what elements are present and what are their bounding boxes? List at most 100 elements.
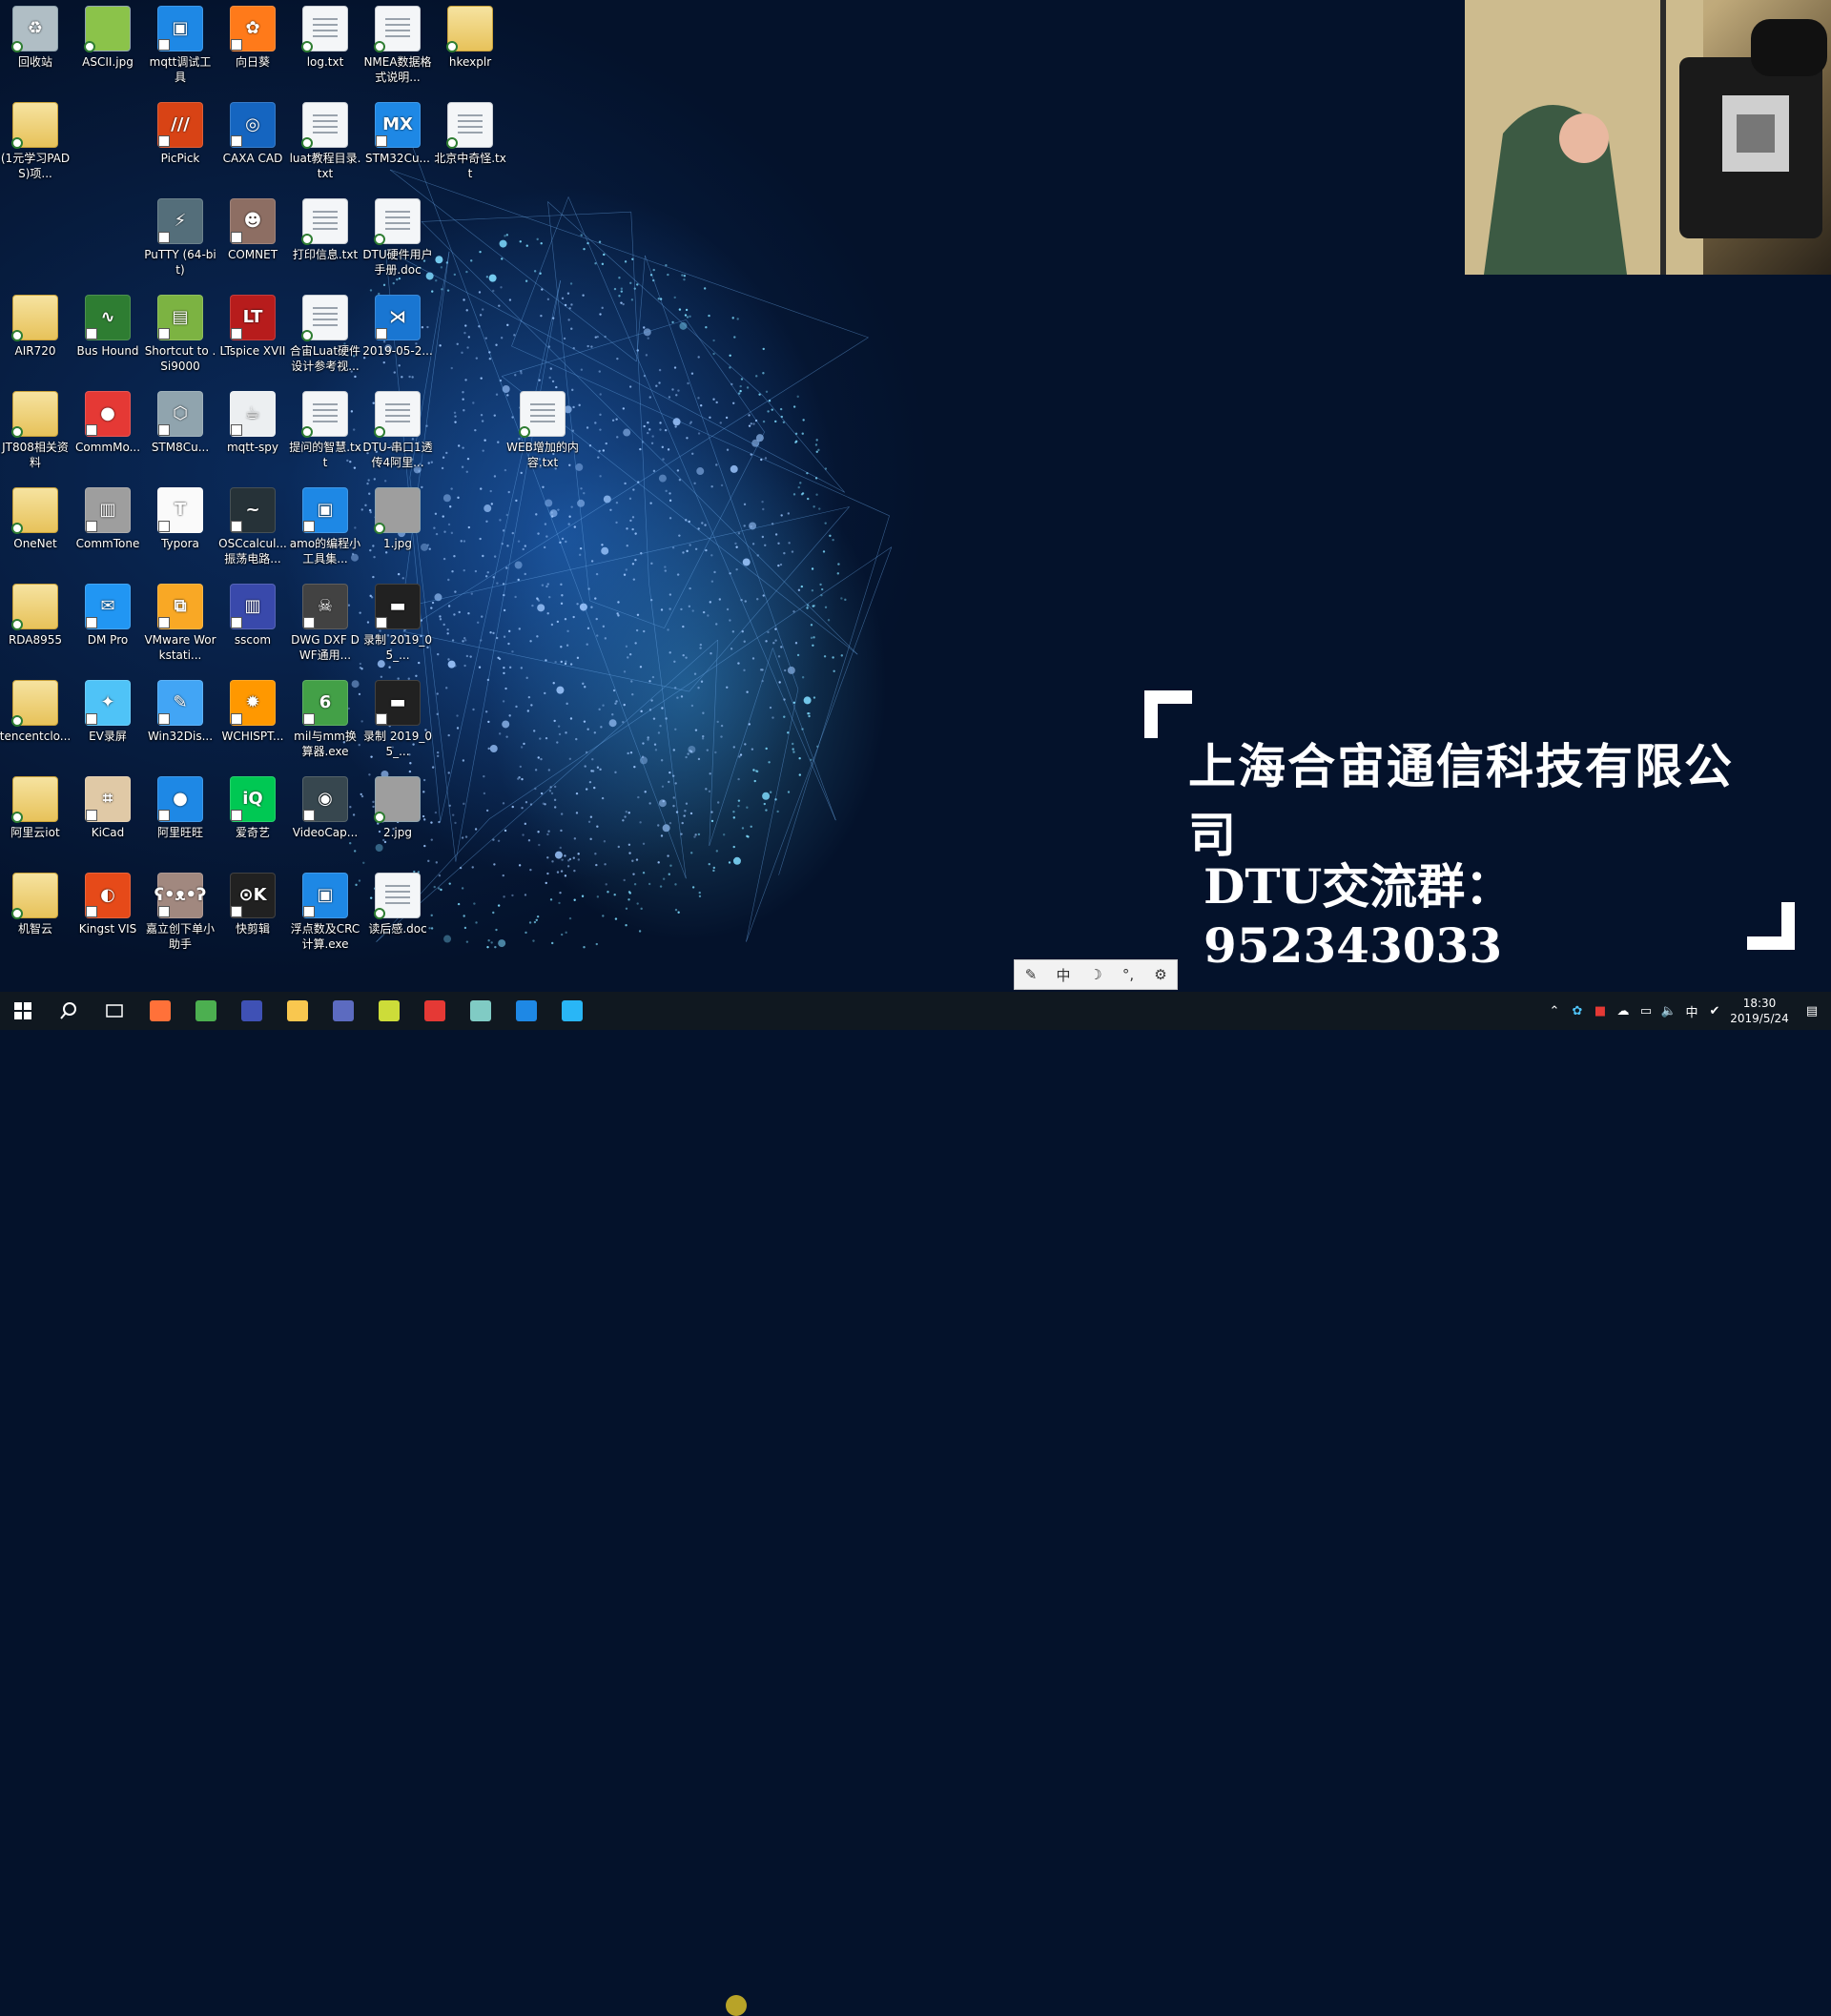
desktop-icon[interactable]: JT808相关资料	[0, 385, 72, 470]
action-center-icon[interactable]: ▤	[1793, 1004, 1831, 1018]
ime-indicator[interactable]: 中	[1680, 1002, 1703, 1020]
desktop-icon[interactable]: ◉ VideoCap...	[289, 771, 361, 840]
desktop-icon[interactable]: ▥ sscom	[216, 578, 289, 648]
taskbar-app-app-blue[interactable]	[229, 992, 275, 1030]
desktop-icon[interactable]: 阿里云iot	[0, 771, 72, 840]
desktop-icon[interactable]: 1.jpg	[361, 482, 434, 551]
desktop-icon[interactable]: ⬡ STM8Cu...	[144, 385, 216, 455]
taskbar-app-terminal[interactable]	[366, 992, 412, 1030]
desktop-icon[interactable]: MX STM32Cu...	[361, 96, 434, 166]
desktop-icon[interactable]: RDA8955	[0, 578, 72, 648]
ime-pen-icon[interactable]: ✎	[1018, 961, 1044, 988]
desktop-icon[interactable]: ⚡ PuTTY (64-bit)	[144, 193, 216, 278]
desktop-icon[interactable]: ✹ WCHISPT...	[216, 674, 289, 744]
desktop-icon[interactable]: ▥ CommTone	[72, 482, 144, 551]
task-view-icon[interactable]	[92, 992, 137, 1030]
desktop-icon[interactable]: log.txt	[289, 0, 361, 70]
search-icon[interactable]	[46, 992, 92, 1030]
globe-dot	[568, 757, 572, 760]
ime-chinese-toggle[interactable]: 中	[1050, 961, 1077, 988]
desktop-icon[interactable]: ♻ 回收站	[0, 0, 72, 70]
desktop-icon[interactable]: 合宙Luat硬件设计参考视...	[289, 289, 361, 374]
desktop-icon[interactable]: NMEA数据格式说明...	[361, 0, 434, 85]
desktop-icon[interactable]: ✦ EV录屏	[72, 674, 144, 744]
ime-settings-icon[interactable]: ⚙	[1147, 961, 1174, 988]
desktop-icon[interactable]: ☠ DWG DXF DWF通用...	[289, 578, 361, 663]
desktop-icon[interactable]: 2.jpg	[361, 771, 434, 840]
tray-antivirus-icon[interactable]: ■	[1589, 1004, 1612, 1018]
desktop-icon[interactable]: ◐ Kingst VIS	[72, 867, 144, 936]
desktop-icon[interactable]: 打印信息.txt	[289, 193, 361, 262]
desktop-icon[interactable]: ⊙K 快剪辑	[216, 867, 289, 936]
globe-dot	[752, 769, 755, 771]
taskbar-app-chrome[interactable]	[183, 992, 229, 1030]
desktop-icon[interactable]: ✉ DM Pro	[72, 578, 144, 648]
desktop-icon[interactable]: /// PicPick	[144, 96, 216, 166]
desktop-icon[interactable]: 提问的智慧.txt	[289, 385, 361, 470]
globe-dot	[685, 802, 689, 805]
volume-icon[interactable]: 🔈	[1657, 1004, 1680, 1018]
desktop-icon[interactable]: DTU硬件用户手册.doc	[361, 193, 434, 278]
taskbar-app-sscom[interactable]	[320, 992, 366, 1030]
desktop-icon[interactable]: ⧉ VMware Workstati...	[144, 578, 216, 663]
globe-dot	[575, 792, 579, 795]
desktop-icon[interactable]: AIR720	[0, 289, 72, 359]
clock[interactable]: 18:30 2019/5/24	[1726, 996, 1793, 1026]
desktop-icon[interactable]: ◎ CAXA CAD	[216, 96, 289, 166]
desktop-icon[interactable]: ☻ COMNET	[216, 193, 289, 262]
globe-dot	[777, 542, 780, 545]
desktop-icon[interactable]: ʕ•ᴥ•ʔ 嘉立创下单小助手	[144, 867, 216, 952]
globe-dot	[558, 732, 562, 736]
taskbar-app-vscode[interactable]	[549, 992, 595, 1030]
desktop-icon[interactable]: ⌗ KiCad	[72, 771, 144, 840]
taskbar-app-editor[interactable]	[504, 992, 549, 1030]
desktop-icon[interactable]: WEB增加的内容.txt	[506, 385, 579, 470]
taskbar-app-file-explorer[interactable]	[275, 992, 320, 1030]
desktop-icon[interactable]: 北京中奇怪.txt	[434, 96, 506, 181]
onedrive-icon[interactable]: ☁	[1612, 1004, 1635, 1018]
desktop-icon[interactable]: ∿ Bus Hound	[72, 289, 144, 359]
desktop-icon[interactable]: DTU-串口1透传4阿里...	[361, 385, 434, 470]
desktop-icon[interactable]: T Typora	[144, 482, 216, 551]
desktop-icon[interactable]: ▬ 录制 2019_05_...	[361, 578, 434, 663]
desktop-icon[interactable]: ● 阿里旺旺	[144, 771, 216, 840]
desktop-icon[interactable]: ▬ 录制 2019_05_...	[361, 674, 434, 759]
network-icon[interactable]: ▭	[1635, 1004, 1657, 1018]
desktop-icon[interactable]: hkexplr	[434, 0, 506, 70]
desktop-icon[interactable]: OneNet	[0, 482, 72, 551]
start-button[interactable]	[0, 992, 46, 1030]
globe-dot	[732, 811, 735, 813]
desktop-icon[interactable]: iQ 爱奇艺	[216, 771, 289, 840]
desktop-icon[interactable]: ▣ 浮点数及CRC计算.exe	[289, 867, 361, 952]
desktop-icon[interactable]: ● CommMo...	[72, 385, 144, 455]
desktop-icon[interactable]: (1元学习PADS)项...	[0, 96, 72, 181]
globe-dot	[354, 375, 357, 379]
show-hidden-icons-icon[interactable]: ⌃	[1543, 1004, 1566, 1018]
desktop-icon[interactable]: 6 mil与mm换算器.exe	[289, 674, 361, 759]
desktop-icon[interactable]: ~ OSCcalcul...振荡电路...	[216, 482, 289, 566]
desktop-icon[interactable]: ☕ mqtt-spy	[216, 385, 289, 455]
globe-dot	[479, 250, 482, 254]
taskbar-app-firefox[interactable]	[137, 992, 183, 1030]
globe-dot	[471, 866, 474, 869]
desktop-icon[interactable]: ▤ Shortcut to .Si9000	[144, 289, 216, 374]
desktop-icon[interactable]: 机智云	[0, 867, 72, 936]
desktop-icon[interactable]: tencentclo...	[0, 674, 72, 744]
ime-punctuation-toggle[interactable]: °,	[1115, 961, 1142, 988]
desktop-icon[interactable]: luat教程目录.txt	[289, 96, 361, 181]
desktop-icon[interactable]: ✿ 向日葵	[216, 0, 289, 70]
desktop-icon[interactable]: ▣ amo的编程小工具集...	[289, 482, 361, 566]
desktop-icon[interactable]: ✎ Win32Dis...	[144, 674, 216, 744]
desktop-icon[interactable]: ASCII.jpg	[72, 0, 144, 70]
ime-moon-icon[interactable]: ☽	[1082, 961, 1109, 988]
taskbar-app-notepad[interactable]	[458, 992, 504, 1030]
globe-dot	[545, 535, 548, 538]
desktop-icon[interactable]: ⋊ 2019-05-2...	[361, 289, 434, 359]
desktop-icon[interactable]: ▣ mqtt调试工具	[144, 0, 216, 85]
tray-app-icon[interactable]: ✿	[1566, 1004, 1589, 1018]
taskbar-app-pdf-reader[interactable]	[412, 992, 458, 1030]
desktop-icon[interactable]: 读后感.doc	[361, 867, 434, 936]
checkmark-icon[interactable]: ✔	[1703, 1004, 1726, 1018]
globe-dot	[778, 681, 781, 684]
desktop-icon[interactable]: LT LTspice XVII	[216, 289, 289, 359]
